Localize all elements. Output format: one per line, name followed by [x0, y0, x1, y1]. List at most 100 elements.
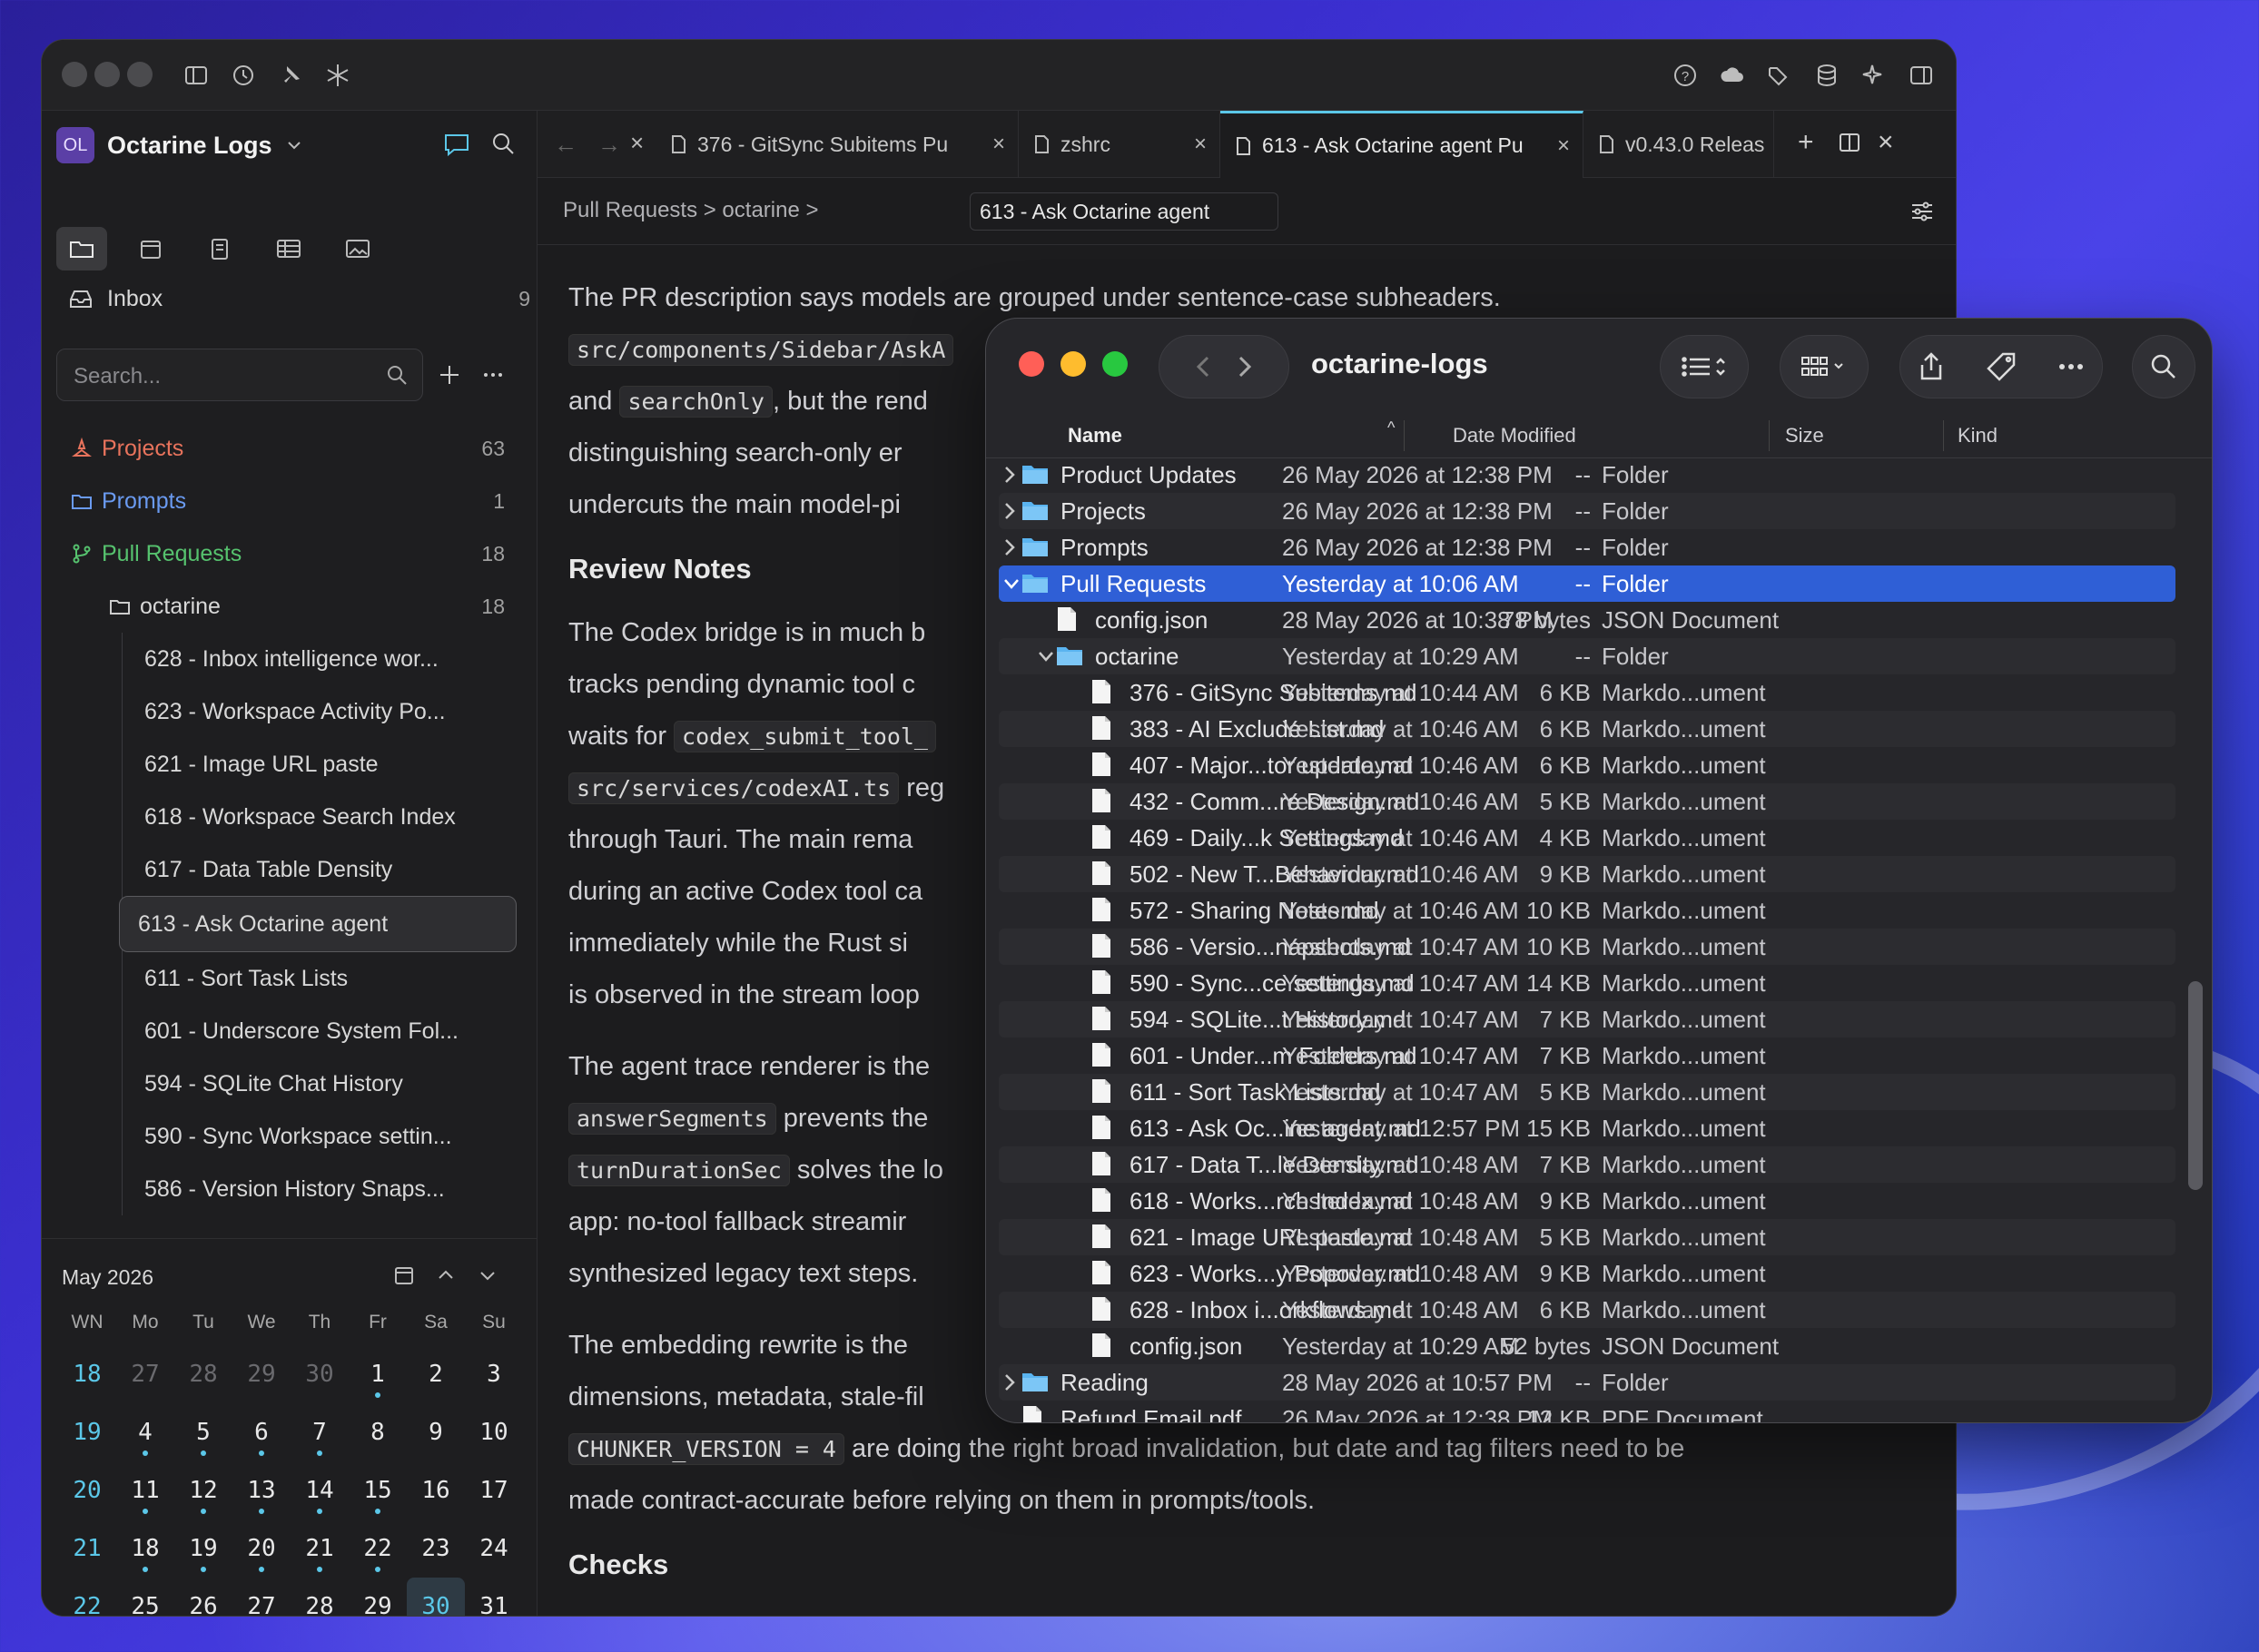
finder-file-row[interactable]: 586 - Versio...napshots.md Yesterday at 1…: [999, 929, 2175, 965]
tree-item-projects[interactable]: Projects 63: [42, 422, 538, 475]
cloud-icon[interactable]: [1719, 62, 1746, 89]
disclosure-down-icon[interactable]: [1002, 573, 1021, 595]
finder-file-row[interactable]: 617 - Data T...le Density.md Yesterday at…: [999, 1146, 2175, 1183]
disclosure-right-icon[interactable]: [1002, 1372, 1017, 1393]
group-button[interactable]: [1780, 335, 1869, 398]
more-icon[interactable]: [479, 361, 507, 388]
finder-file-row[interactable]: 594 - SQLite...t History.md Yesterday at …: [999, 1001, 2175, 1037]
tab-zshrc[interactable]: zshrc ×: [1019, 111, 1220, 178]
pin-icon[interactable]: [277, 62, 304, 89]
back-arrow-icon[interactable]: ←: [554, 131, 577, 159]
calendar-day[interactable]: 26: [174, 1578, 232, 1616]
new-tab-icon[interactable]: +: [1798, 127, 1814, 158]
calendar-day[interactable]: 8: [349, 1403, 407, 1461]
chevron-left-icon[interactable]: [1188, 350, 1220, 383]
add-icon[interactable]: [436, 361, 463, 388]
calendar-day[interactable]: 10: [465, 1403, 523, 1461]
finder-folder-row[interactable]: octarine Yesterday at 10:29 AM -- Folder: [999, 638, 2175, 674]
calendar-day[interactable]: 28: [291, 1578, 349, 1616]
finder-folder-row[interactable]: Reading 28 May 2026 at 10:57 PM -- Folder: [999, 1364, 2175, 1401]
more-icon[interactable]: [2055, 350, 2087, 383]
calendar-tab-icon[interactable]: [125, 227, 176, 270]
finder-file-row[interactable]: 623 - Works...y Popover.md Yesterday at 1…: [999, 1255, 2175, 1292]
finder-file-row[interactable]: 611 - Sort Task Lists.md Yesterday at 10:…: [999, 1074, 2175, 1110]
finder-file-row[interactable]: 621 - Image URL paste.md Yesterday at 10:…: [999, 1219, 2175, 1255]
tree-file[interactable]: 618 - Workspace Search Index: [123, 791, 538, 843]
column-kind[interactable]: Kind: [1958, 424, 1998, 447]
calendar-day[interactable]: 29: [349, 1578, 407, 1616]
tree-file[interactable]: 611 - Sort Task Lists: [123, 952, 538, 1005]
chevron-right-icon[interactable]: [1228, 350, 1260, 383]
finder-folder-row[interactable]: Prompts 26 May 2026 at 12:38 PM -- Folder: [999, 529, 2175, 565]
close-light[interactable]: [62, 62, 87, 87]
finder-file-row[interactable]: 618 - Works...rch Index.md Yesterday at 1…: [999, 1183, 2175, 1219]
tab-376[interactable]: 376 - GitSync Subitems Pu ×: [656, 111, 1019, 178]
finder-file-row[interactable]: 590 - Sync...ce settings.md Yesterday at …: [999, 965, 2175, 1001]
breadcrumb[interactable]: Pull Requests > octarine >: [563, 198, 819, 223]
notes-tab-icon[interactable]: [194, 227, 245, 270]
calendar-day[interactable]: 31: [465, 1578, 523, 1616]
minimize-light[interactable]: [94, 62, 120, 87]
calendar-day[interactable]: 6: [232, 1403, 291, 1461]
forward-arrow-icon[interactable]: →: [597, 131, 621, 159]
note-title-field[interactable]: 613 - Ask Octarine agent: [970, 192, 1278, 231]
chat-icon[interactable]: [441, 129, 472, 160]
tags-icon[interactable]: [1766, 62, 1793, 89]
calendar-day[interactable]: 28: [174, 1345, 232, 1403]
chevron-down-icon[interactable]: [476, 1264, 499, 1287]
calendar-day[interactable]: 4: [116, 1403, 174, 1461]
close-icon[interactable]: ×: [1557, 133, 1570, 159]
settings-sliders-icon[interactable]: [1909, 198, 1936, 225]
finder-file-row[interactable]: 572 - Sharing Notes.md Yesterday at 10:46…: [999, 892, 2175, 929]
finder-folder-row[interactable]: Product Updates 26 May 2026 at 12:38 PM --…: [999, 457, 2175, 493]
calendar-day[interactable]: 2: [407, 1345, 465, 1403]
calendar-day[interactable]: 18: [116, 1519, 174, 1578]
tree-file[interactable]: 621 - Image URL paste: [123, 738, 538, 791]
calendar-day[interactable]: 9: [407, 1403, 465, 1461]
calendar-day[interactable]: 30: [291, 1345, 349, 1403]
calendar-day[interactable]: 11: [116, 1461, 174, 1519]
tab-release[interactable]: v0.43.0 Releas: [1583, 111, 1774, 178]
calendar-day[interactable]: 23: [407, 1519, 465, 1578]
calendar-day[interactable]: 16: [407, 1461, 465, 1519]
finder-file-row[interactable]: 469 - Daily...k Settings.md Yesterday at …: [999, 820, 2175, 856]
tree-file[interactable]: 601 - Underscore System Fol...: [123, 1005, 538, 1057]
finder-folder-row[interactable]: Projects 26 May 2026 at 12:38 PM -- Folder: [999, 493, 2175, 529]
calendar-day[interactable]: 21: [291, 1519, 349, 1578]
close-icon[interactable]: ×: [630, 129, 644, 157]
database-icon[interactable]: [1813, 62, 1840, 89]
sidebar-toggle-icon[interactable]: [182, 62, 210, 89]
tree-file[interactable]: 628 - Inbox intelligence wor...: [123, 633, 538, 685]
calendar-week-number[interactable]: 21: [58, 1519, 116, 1578]
calendar-day[interactable]: 12: [174, 1461, 232, 1519]
disclosure-right-icon[interactable]: [1002, 500, 1017, 522]
calendar-icon[interactable]: [392, 1264, 416, 1287]
close-button[interactable]: [1019, 351, 1044, 377]
calendar-day[interactable]: 15: [349, 1461, 407, 1519]
disclosure-right-icon[interactable]: [1002, 464, 1017, 486]
help-icon[interactable]: ?: [1672, 62, 1699, 89]
finder-file-row[interactable]: config.json 28 May 2026 at 10:38 PM 78 byt…: [999, 602, 2175, 638]
finder-file-row[interactable]: 376 - GitSync Subitems.md Yesterday at 10…: [999, 674, 2175, 711]
share-icon[interactable]: [1915, 350, 1948, 383]
close-icon[interactable]: ×: [992, 132, 1005, 157]
zoom-button[interactable]: [1102, 351, 1128, 377]
tab-613[interactable]: 613 - Ask Octarine agent Pu ×: [1220, 111, 1583, 178]
calendar-day[interactable]: 27: [116, 1345, 174, 1403]
sparkle-icon[interactable]: [1860, 62, 1888, 89]
search-icon[interactable]: [488, 129, 519, 160]
calendar-week-number[interactable]: 22: [58, 1578, 116, 1616]
finder-file-row[interactable]: 601 - Under...m Folders.md Yesterday at 1…: [999, 1037, 2175, 1074]
finder-file-row[interactable]: 432 - Comm...re Design.md Yesterday at 10…: [999, 783, 2175, 820]
table-tab-icon[interactable]: [263, 227, 314, 270]
scrollbar-thumb[interactable]: [2188, 981, 2203, 1190]
calendar-day[interactable]: 25: [116, 1578, 174, 1616]
calendar-day[interactable]: 19: [174, 1519, 232, 1578]
finder-file-row[interactable]: 407 - Major...tor update.md Yesterday at …: [999, 747, 2175, 783]
calendar-week-number[interactable]: 19: [58, 1403, 116, 1461]
calendar-day[interactable]: 29: [232, 1345, 291, 1403]
calendar-day[interactable]: 1: [349, 1345, 407, 1403]
tree-file[interactable]: 623 - Workspace Activity Po...: [123, 685, 538, 738]
calendar-week-number[interactable]: 18: [58, 1345, 116, 1403]
calendar-week-number[interactable]: 20: [58, 1461, 116, 1519]
